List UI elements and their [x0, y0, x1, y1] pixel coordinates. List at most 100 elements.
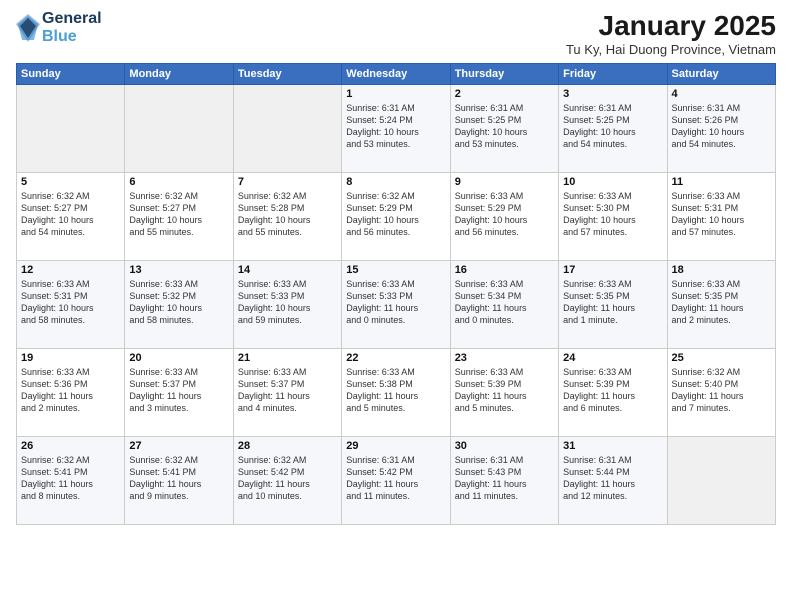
day-number: 8: [346, 176, 445, 188]
calendar-day-15: 15 Sunrise: 6:33 AM Sunset: 5:33 PM Dayli…: [342, 261, 450, 349]
calendar-day-27: 27 Sunrise: 6:32 AM Sunset: 5:41 PM Dayli…: [125, 437, 233, 525]
day-info: Sunrise: 6:32 AM Sunset: 5:29 PM Dayligh…: [346, 190, 445, 239]
day-info: Sunrise: 6:33 AM Sunset: 5:32 PM Dayligh…: [129, 278, 228, 327]
day-number: 20: [129, 352, 228, 364]
day-number: 6: [129, 176, 228, 188]
calendar-day-11: 11Sunrise: 6:33 AM Sunset: 5:31 PM Dayli…: [667, 173, 775, 261]
day-number: 29: [346, 440, 445, 452]
calendar-day-6: 6 Sunrise: 6:32 AM Sunset: 5:27 PM Daylig…: [125, 173, 233, 261]
calendar-day-22: 22Sunrise: 6:33 AM Sunset: 5:38 PM Dayli…: [342, 349, 450, 437]
day-info: Sunrise: 6:32 AM Sunset: 5:27 PM Dayligh…: [21, 190, 120, 239]
column-header-thursday: Thursday: [450, 64, 558, 85]
day-info: Sunrise: 6:33 AM Sunset: 5:39 PM Dayligh…: [455, 366, 554, 415]
calendar-day-30: 30 Sunrise: 6:31 AM Sunset: 5:43 PM Dayli…: [450, 437, 558, 525]
day-number: 1: [346, 88, 445, 100]
day-info: Sunrise: 6:33 AM Sunset: 5:34 PM Dayligh…: [455, 278, 554, 327]
day-info: Sunrise: 6:31 AM Sunset: 5:42 PM Dayligh…: [346, 454, 445, 503]
day-number: 30: [455, 440, 554, 452]
column-header-wednesday: Wednesday: [342, 64, 450, 85]
day-info: Sunrise: 6:33 AM Sunset: 5:36 PM Dayligh…: [21, 366, 120, 415]
day-number: 13: [129, 264, 228, 276]
day-info: Sunrise: 6:31 AM Sunset: 5:25 PM Dayligh…: [455, 102, 554, 151]
day-info: Sunrise: 6:32 AM Sunset: 5:27 PM Dayligh…: [129, 190, 228, 239]
day-info: Sunrise: 6:33 AM Sunset: 5:37 PM Dayligh…: [238, 366, 337, 415]
title-block: January 2025 Tu Ky, Hai Duong Province, …: [566, 10, 776, 57]
day-number: 23: [455, 352, 554, 364]
location-subtitle: Tu Ky, Hai Duong Province, Vietnam: [566, 42, 776, 57]
day-info: Sunrise: 6:32 AM Sunset: 5:42 PM Dayligh…: [238, 454, 337, 503]
calendar-day-28: 28 Sunrise: 6:32 AM Sunset: 5:42 PM Dayli…: [233, 437, 341, 525]
day-number: 18: [672, 264, 771, 276]
day-number: 16: [455, 264, 554, 276]
calendar-day-17: 17 Sunrise: 6:33 AM Sunset: 5:35 PM Dayli…: [559, 261, 667, 349]
day-number: 19: [21, 352, 120, 364]
empty-cell: [17, 85, 125, 173]
column-header-tuesday: Tuesday: [233, 64, 341, 85]
column-header-saturday: Saturday: [667, 64, 775, 85]
calendar-day-4: 4Sunrise: 6:31 AM Sunset: 5:26 PM Daylig…: [667, 85, 775, 173]
calendar-day-20: 20 Sunrise: 6:33 AM Sunset: 5:37 PM Dayli…: [125, 349, 233, 437]
calendar-day-25: 25 Sunrise: 6:32 AM Sunset: 5:40 PM Dayli…: [667, 349, 775, 437]
calendar-day-19: 19 Sunrise: 6:33 AM Sunset: 5:36 PM Dayli…: [17, 349, 125, 437]
calendar-week-5: 26Sunrise: 6:32 AM Sunset: 5:41 PM Dayli…: [17, 437, 776, 525]
calendar-week-4: 19 Sunrise: 6:33 AM Sunset: 5:36 PM Dayli…: [17, 349, 776, 437]
calendar-day-1: 1 Sunrise: 6:31 AM Sunset: 5:24 PM Daylig…: [342, 85, 450, 173]
logo: General Blue: [16, 10, 102, 45]
calendar-day-29: 29 Sunrise: 6:31 AM Sunset: 5:42 PM Dayli…: [342, 437, 450, 525]
calendar-day-24: 24Sunrise: 6:33 AM Sunset: 5:39 PM Dayli…: [559, 349, 667, 437]
day-info: Sunrise: 6:33 AM Sunset: 5:38 PM Dayligh…: [346, 366, 445, 415]
calendar-day-7: 7Sunrise: 6:32 AM Sunset: 5:28 PM Daylig…: [233, 173, 341, 261]
day-number: 31: [563, 440, 662, 452]
calendar-table: SundayMondayTuesdayWednesdayThursdayFrid…: [16, 63, 776, 525]
day-number: 5: [21, 176, 120, 188]
day-info: Sunrise: 6:33 AM Sunset: 5:29 PM Dayligh…: [455, 190, 554, 239]
calendar-day-18: 18Sunrise: 6:33 AM Sunset: 5:35 PM Dayli…: [667, 261, 775, 349]
day-number: 10: [563, 176, 662, 188]
month-title: January 2025: [566, 10, 776, 42]
calendar-day-12: 12 Sunrise: 6:33 AM Sunset: 5:31 PM Dayli…: [17, 261, 125, 349]
calendar-day-31: 31 Sunrise: 6:31 AM Sunset: 5:44 PM Dayli…: [559, 437, 667, 525]
day-number: 15: [346, 264, 445, 276]
day-number: 28: [238, 440, 337, 452]
calendar-day-2: 2 Sunrise: 6:31 AM Sunset: 5:25 PM Daylig…: [450, 85, 558, 173]
calendar-day-8: 8 Sunrise: 6:32 AM Sunset: 5:29 PM Daylig…: [342, 173, 450, 261]
day-number: 2: [455, 88, 554, 100]
day-number: 17: [563, 264, 662, 276]
day-info: Sunrise: 6:33 AM Sunset: 5:33 PM Dayligh…: [238, 278, 337, 327]
calendar-week-1: 1 Sunrise: 6:31 AM Sunset: 5:24 PM Daylig…: [17, 85, 776, 173]
empty-cell: [233, 85, 341, 173]
day-info: Sunrise: 6:31 AM Sunset: 5:44 PM Dayligh…: [563, 454, 662, 503]
calendar-day-5: 5 Sunrise: 6:32 AM Sunset: 5:27 PM Daylig…: [17, 173, 125, 261]
calendar-day-3: 3Sunrise: 6:31 AM Sunset: 5:25 PM Daylig…: [559, 85, 667, 173]
day-info: Sunrise: 6:31 AM Sunset: 5:43 PM Dayligh…: [455, 454, 554, 503]
day-number: 25: [672, 352, 771, 364]
day-number: 9: [455, 176, 554, 188]
day-info: Sunrise: 6:32 AM Sunset: 5:28 PM Dayligh…: [238, 190, 337, 239]
header: General Blue January 2025 Tu Ky, Hai Duo…: [16, 10, 776, 57]
logo-icon: [16, 14, 40, 42]
empty-cell: [667, 437, 775, 525]
day-number: 27: [129, 440, 228, 452]
calendar-day-9: 9 Sunrise: 6:33 AM Sunset: 5:29 PM Daylig…: [450, 173, 558, 261]
column-header-monday: Monday: [125, 64, 233, 85]
day-info: Sunrise: 6:32 AM Sunset: 5:40 PM Dayligh…: [672, 366, 771, 415]
calendar-day-13: 13 Sunrise: 6:33 AM Sunset: 5:32 PM Dayli…: [125, 261, 233, 349]
day-info: Sunrise: 6:33 AM Sunset: 5:31 PM Dayligh…: [21, 278, 120, 327]
day-info: Sunrise: 6:33 AM Sunset: 5:37 PM Dayligh…: [129, 366, 228, 415]
day-info: Sunrise: 6:31 AM Sunset: 5:24 PM Dayligh…: [346, 102, 445, 151]
day-info: Sunrise: 6:32 AM Sunset: 5:41 PM Dayligh…: [129, 454, 228, 503]
calendar-day-26: 26Sunrise: 6:32 AM Sunset: 5:41 PM Dayli…: [17, 437, 125, 525]
day-number: 11: [672, 176, 771, 188]
day-info: Sunrise: 6:32 AM Sunset: 5:41 PM Dayligh…: [21, 454, 120, 503]
calendar-day-10: 10 Sunrise: 6:33 AM Sunset: 5:30 PM Dayli…: [559, 173, 667, 261]
day-info: Sunrise: 6:33 AM Sunset: 5:35 PM Dayligh…: [563, 278, 662, 327]
calendar-day-16: 16 Sunrise: 6:33 AM Sunset: 5:34 PM Dayli…: [450, 261, 558, 349]
day-number: 21: [238, 352, 337, 364]
calendar-week-3: 12 Sunrise: 6:33 AM Sunset: 5:31 PM Dayli…: [17, 261, 776, 349]
day-info: Sunrise: 6:31 AM Sunset: 5:26 PM Dayligh…: [672, 102, 771, 151]
calendar-header-row: SundayMondayTuesdayWednesdayThursdayFrid…: [17, 64, 776, 85]
day-info: Sunrise: 6:33 AM Sunset: 5:33 PM Dayligh…: [346, 278, 445, 327]
calendar-day-14: 14Sunrise: 6:33 AM Sunset: 5:33 PM Dayli…: [233, 261, 341, 349]
day-number: 12: [21, 264, 120, 276]
day-info: Sunrise: 6:33 AM Sunset: 5:30 PM Dayligh…: [563, 190, 662, 239]
